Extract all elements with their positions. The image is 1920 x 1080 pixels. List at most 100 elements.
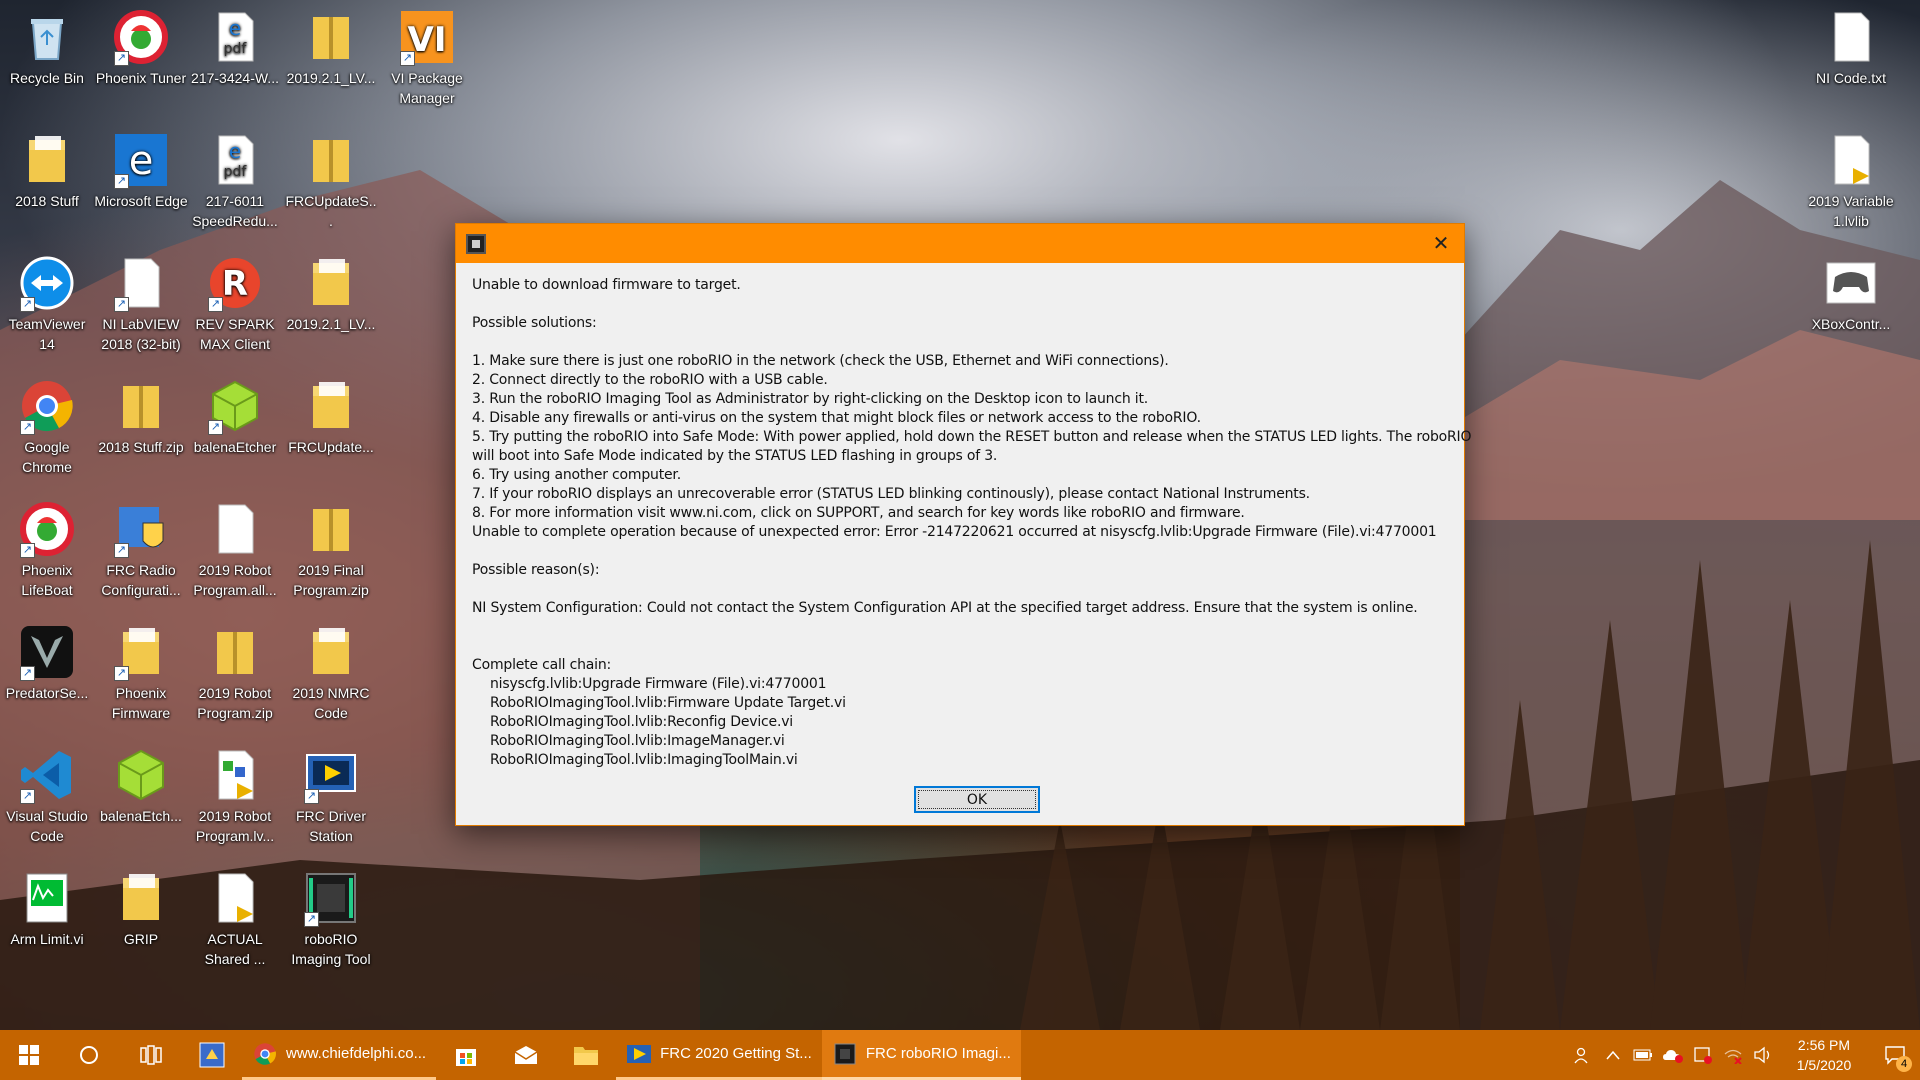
solution-item: 7. If your roboRIO displays an unrecover… <box>472 486 1310 502</box>
taskbar-item-frc-getting-started[interactable]: FRC 2020 Getting St... <box>616 1030 822 1080</box>
folder-icon <box>18 131 76 189</box>
pinned-store[interactable] <box>436 1030 496 1080</box>
pdf-icon: e pdf <box>206 131 264 189</box>
desktop-icon-visual-studio-code[interactable]: ↗ Visual Studio Code <box>0 746 94 846</box>
action-center-button[interactable]: 4 <box>1870 1030 1920 1080</box>
start-button[interactable] <box>0 1030 58 1080</box>
taskbar-item-chrome[interactable]: www.chiefdelphi.co... <box>242 1030 437 1080</box>
pinned-file-explorer[interactable] <box>556 1030 616 1080</box>
desktop-icon-grip[interactable]: GRIP <box>94 869 188 949</box>
call-chain-heading: Complete call chain: <box>472 657 612 673</box>
desktop-icon-ni-code-txt[interactable]: NI Code.txt <box>1804 8 1898 88</box>
vi-file-icon <box>18 869 76 927</box>
desktop-icon-label: VI Package Manager <box>391 70 463 106</box>
taskbar-item-label: www.chiefdelphi.co... <box>286 1045 427 1062</box>
zip-folder-icon <box>302 500 360 558</box>
desktop-icon-roborio-imaging-tool[interactable]: ↗ roboRIO Imaging Tool <box>284 869 378 969</box>
desktop-icon-teamviewer[interactable]: ↗ TeamViewer 14 <box>0 254 94 354</box>
network-disconnected-icon[interactable] <box>1718 1030 1748 1080</box>
desktop-icon-label: PredatorSe... <box>5 685 89 701</box>
desktop-icon-recycle-bin[interactable]: Recycle Bin <box>0 8 94 88</box>
folder-icon <box>574 1047 599 1065</box>
lvlib-icon <box>1822 131 1880 189</box>
security-icon[interactable] <box>1688 1030 1718 1080</box>
chevron-up-icon[interactable] <box>1598 1030 1628 1080</box>
desktop-icon-2019-robot-program-lv[interactable]: 2019 Robot Program.lv... <box>188 746 282 846</box>
desktop-icon-2019-nmrc-code[interactable]: 2019 NMRC Code <box>284 623 378 723</box>
desktop-icon-ni-labview[interactable]: ↗ NI LabVIEW 2018 (32-bit) <box>94 254 188 354</box>
desktop-icon-2019-robot-program-all[interactable]: 2019 Robot Program.all... <box>188 500 282 600</box>
svg-text:e: e <box>229 139 241 163</box>
task-view-button[interactable] <box>120 1030 182 1080</box>
desktop-icon-rev-spark-max[interactable]: R ↗ REV SPARK MAX Client <box>188 254 282 354</box>
desktop-icon-phoenix-firmware[interactable]: ↗ Phoenix Firmware <box>94 623 188 723</box>
close-icon: ✕ <box>1432 233 1450 255</box>
desktop-icon-arm-limit[interactable]: Arm Limit.vi <box>0 869 94 949</box>
svg-text:e: e <box>129 138 154 184</box>
task-view-icon <box>140 1045 162 1065</box>
text-file-icon <box>1822 8 1880 66</box>
desktop-icon-phoenix-tuner[interactable]: ↗ Phoenix Tuner <box>94 8 188 88</box>
volume-icon[interactable] <box>1748 1030 1778 1080</box>
desktop-icon-label: Arm Limit.vi <box>10 931 84 947</box>
desktop-icon-balenaetcher[interactable]: ↗ balenaEtcher <box>188 377 282 457</box>
desktop-icon-2019-variable-lvlib[interactable]: 2019 Variable 1.lvlib <box>1804 131 1898 231</box>
desktop-icon-frcupdates-zip[interactable]: FRCUpdateS... <box>284 131 378 231</box>
desktop-icon-2018-stuff[interactable]: 2018 Stuff <box>0 131 94 211</box>
desktop-icon-frc-radio-config[interactable]: ↗ FRC Radio Configurati... <box>94 500 188 600</box>
call-chain-item: RoboRIOImagingTool.lvlib:Reconfig Device… <box>490 714 793 730</box>
desktop-icon-label: 2019 Robot Program.zip <box>197 685 273 721</box>
predator-icon: ↗ <box>18 623 76 681</box>
svg-text:pdf: pdf <box>224 41 248 57</box>
desktop-icon-vi-package-manager[interactable]: VI ↗ VI Package Manager <box>380 8 474 108</box>
dialog-message-body: Unable to download firmware to target. P… <box>456 263 1472 770</box>
desktop-icon-2019-robot-program-zip[interactable]: 2019 Robot Program.zip <box>188 623 282 723</box>
desktop-icon-label: 2018 Stuff <box>15 193 79 209</box>
labview-project-icon <box>626 1041 652 1067</box>
desktop-icon-predatorsense[interactable]: ↗ PredatorSe... <box>0 623 94 703</box>
battery-icon[interactable] <box>1628 1030 1658 1080</box>
taskbar-item-roborio-imaging[interactable]: FRC roboRIO Imagi... <box>821 1030 1021 1080</box>
desktop-icon-label: roboRIO Imaging Tool <box>291 931 371 967</box>
desktop-icon-microsoft-edge[interactable]: e ↗ Microsoft Edge <box>94 131 188 211</box>
taskbar-item-label: FRC 2020 Getting St... <box>660 1045 812 1062</box>
desktop-icon-google-chrome[interactable]: ↗ Google Chrome <box>0 377 94 477</box>
zip-folder-icon <box>302 8 360 66</box>
ok-button[interactable]: OK <box>914 786 1040 813</box>
onedrive-error-icon[interactable] <box>1658 1030 1688 1080</box>
taskbar-item-label: FRC roboRIO Imagi... <box>865 1045 1011 1062</box>
recycle-bin-icon <box>18 8 76 66</box>
dialog-titlebar[interactable]: ✕ <box>456 224 1464 263</box>
desktop-icon-label: 2019.2.1_LV... <box>286 70 376 86</box>
pinned-app-1[interactable] <box>182 1030 242 1080</box>
desktop-icon-label: Microsoft Edge <box>94 193 188 209</box>
pinned-mail[interactable] <box>496 1030 556 1080</box>
desktop-icon-frc-driver-station[interactable]: ↗ FRC Driver Station <box>284 746 378 846</box>
desktop-icon-2019-lv-folder[interactable]: 2019.2.1_LV... <box>284 254 378 334</box>
solution-item: 6. Try using another computer. <box>472 467 681 483</box>
desktop-icon-2018-stuff-zip[interactable]: 2018 Stuff.zip <box>94 377 188 457</box>
desktop-icon-2019-lv-zip[interactable]: 2019.2.1_LV... <box>284 8 378 88</box>
desktop-icon-xbox-controller[interactable]: XBoxContr... <box>1804 254 1898 334</box>
taskbar: www.chiefdelphi.co... FRC 2020 Getting S… <box>0 1030 1920 1080</box>
system-tray: 2:56 PM 1/5/2020 4 <box>1568 1030 1920 1080</box>
mail-icon <box>514 1046 538 1064</box>
desktop-icon-label: GRIP <box>123 931 159 947</box>
taskbar-clock[interactable]: 2:56 PM 1/5/2020 <box>1778 1035 1870 1075</box>
folder-icon <box>112 869 170 927</box>
desktop-icon-pdf-217-3424[interactable]: e pdf 217-3424-W... <box>188 8 282 88</box>
people-icon[interactable] <box>1568 1030 1598 1080</box>
desktop-icon-actual-shared[interactable]: ACTUAL Shared ... <box>188 869 282 969</box>
desktop-icon-label: balenaEtcher <box>193 439 277 455</box>
desktop-icon-pdf-217-6011[interactable]: e pdf 217-6011 SpeedRedu... <box>188 131 282 231</box>
desktop-icon-balenaetcher-2[interactable]: balenaEtch... <box>94 746 188 826</box>
close-button[interactable]: ✕ <box>1418 224 1464 263</box>
desktop-icon-label: Visual Studio Code <box>6 808 88 844</box>
folder-icon: ↗ <box>112 623 170 681</box>
desktop-icon-phoenix-lifeboat[interactable]: ↗ Phoenix LifeBoat <box>0 500 94 600</box>
solution-item: will boot into Safe Mode indicated by th… <box>472 448 998 464</box>
desktop-icon-label: 2019.2.1_LV... <box>286 316 376 332</box>
desktop-icon-frcupdate-folder[interactable]: FRCUpdate... <box>284 377 378 457</box>
cortana-search-button[interactable] <box>58 1030 120 1080</box>
desktop-icon-2019-final-program[interactable]: 2019 Final Program.zip <box>284 500 378 600</box>
